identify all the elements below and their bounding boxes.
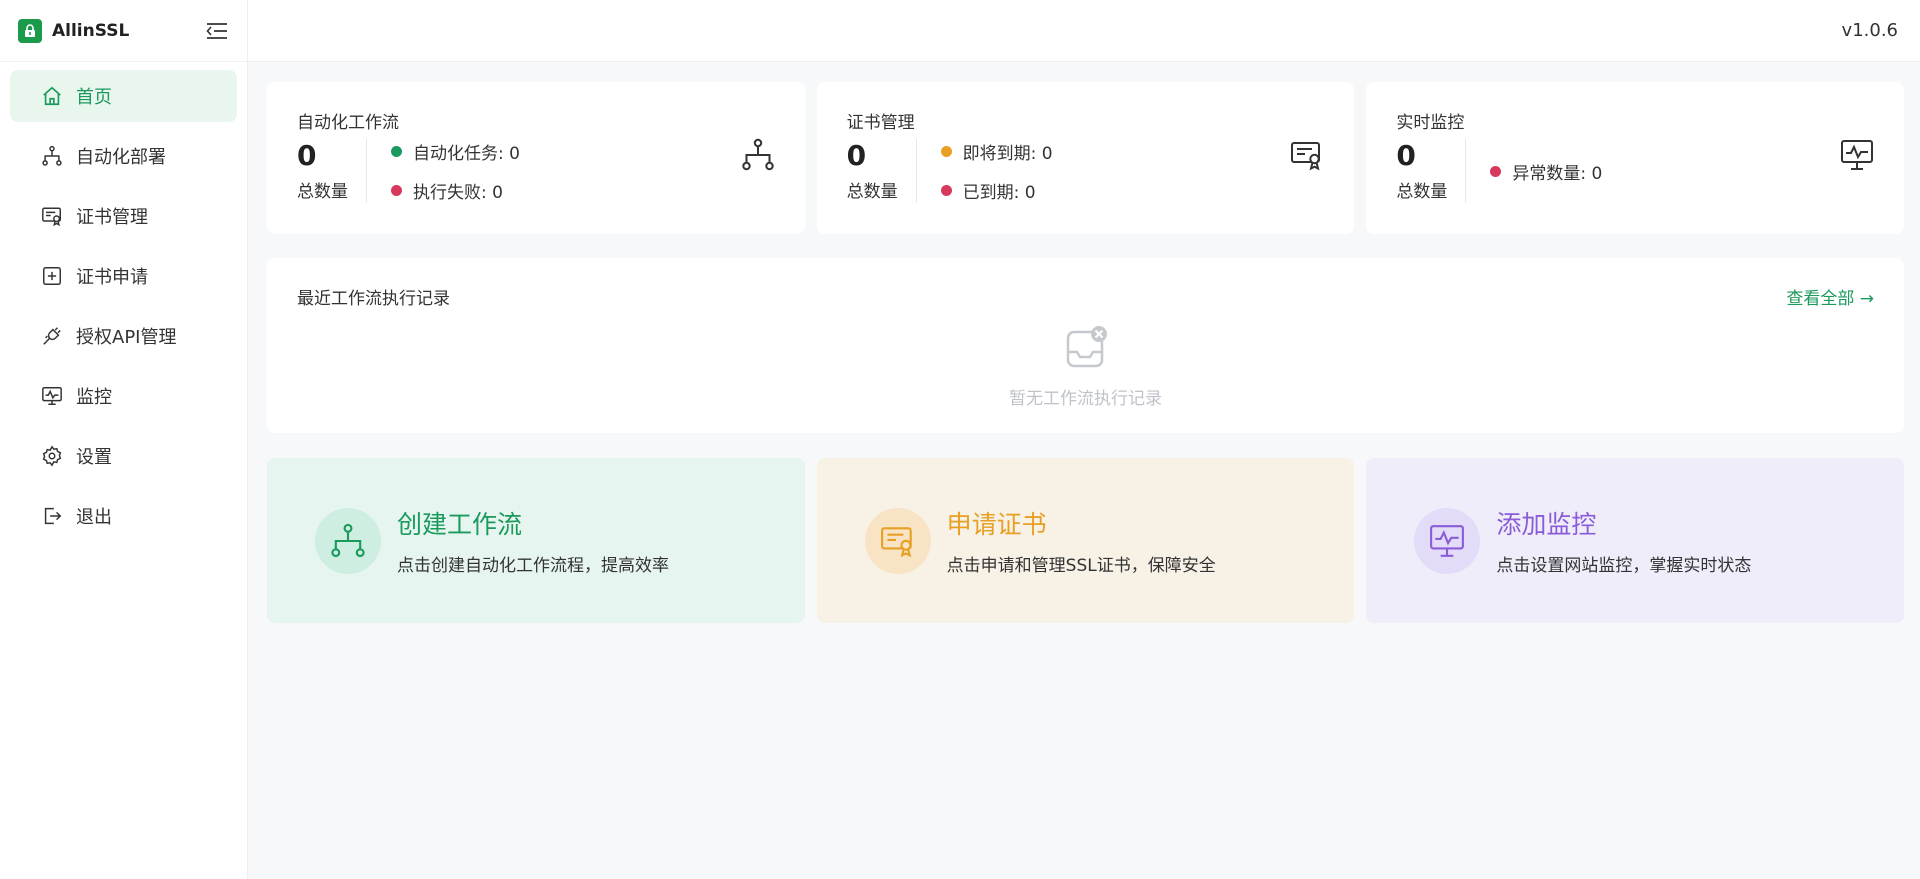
view-all-link[interactable]: 查看全部 → [1786, 284, 1874, 309]
stat-card-monitor: 实时监控 0 总数量 异常数量: 0 [1366, 82, 1905, 234]
sidebar-item-home[interactable]: 首页 [10, 70, 237, 122]
plus-square-icon [40, 264, 64, 288]
stat-total-label: 总数量 [1396, 182, 1448, 202]
records-title: 最近工作流执行记录 [297, 289, 450, 309]
sidebar-item-label: 证书管理 [76, 207, 148, 228]
status-dot-orange [940, 146, 952, 157]
app-root: AllinSSL 首页 自动化部署 证书管理 证书申请 授权API管理 监控 设… [0, 0, 1920, 879]
empty-text: 暂无工作流执行记录 [1009, 389, 1162, 409]
quick-actions-row: 创建工作流 点击创建自动化工作流程，提高效率 申请证书 点击申请和管理SSL证书… [267, 458, 1905, 623]
sidebar-item-api-manage[interactable]: 授权API管理 [10, 310, 237, 362]
stat-total-label: 总数量 [297, 182, 348, 202]
apply-certificate-button[interactable]: 申请证书 点击申请和管理SSL证书，保障安全 [816, 458, 1355, 623]
add-monitor-button[interactable]: 添加监控 点击设置网站监控，掌握实时状态 [1366, 458, 1905, 623]
action-desc: 点击设置网站监控，掌握实时状态 [1496, 556, 1752, 576]
sidebar-item-label: 自动化部署 [76, 147, 166, 168]
status-dot-red [940, 185, 952, 196]
home-icon [40, 84, 64, 108]
stat-item-label: 即将到期: 0 [962, 144, 1053, 164]
sidebar-item-monitor[interactable]: 监控 [10, 370, 237, 422]
action-title: 创建工作流 [397, 510, 523, 539]
action-desc: 点击申请和管理SSL证书，保障安全 [946, 556, 1216, 576]
empty-state: 暂无工作流执行记录 [267, 324, 1904, 409]
sidebar-item-label: 退出 [76, 507, 112, 528]
stat-title: 实时监控 [1396, 113, 1465, 133]
sidebar-item-label: 授权API管理 [76, 327, 177, 348]
sidebar-item-label: 证书申请 [76, 267, 148, 288]
gear-icon [40, 444, 64, 468]
workflow-icon [315, 507, 381, 574]
action-desc: 点击创建自动化工作流程，提高效率 [397, 556, 669, 576]
status-dot-red [391, 185, 402, 196]
sidebar-item-logout[interactable]: 退出 [10, 490, 237, 542]
status-dot-green [391, 146, 402, 157]
action-title: 添加监控 [1496, 510, 1597, 539]
stat-card-certificates: 证书管理 0 总数量 即将到期: 0 已到期: 0 [816, 82, 1355, 234]
create-workflow-button[interactable]: 创建工作流 点击创建自动化工作流程，提高效率 [267, 458, 805, 623]
brand-name: AllinSSL [52, 20, 130, 41]
sidebar-item-cert-apply[interactable]: 证书申请 [10, 250, 237, 302]
lock-logo-icon [18, 18, 42, 43]
stat-total-count: 0 [846, 139, 867, 172]
monitor-icon [1841, 140, 1874, 170]
sidebar-nav: 首页 自动化部署 证书管理 证书申请 授权API管理 监控 设置 退出 [0, 62, 247, 558]
stat-item-anomalies: 异常数量: 0 [1490, 159, 1602, 184]
monitor-icon [1414, 507, 1481, 574]
sidebar-item-label: 设置 [76, 447, 112, 468]
api-plug-icon [40, 324, 64, 348]
certificate-icon [864, 507, 931, 574]
status-dot-red [1490, 165, 1502, 177]
main-area: v1.0.6 自动化工作流 0 总数量 自动化任务: 0 执行失败: 0 证书管… [248, 0, 1920, 879]
stat-title: 证书管理 [846, 113, 915, 133]
stat-title: 自动化工作流 [297, 113, 399, 133]
stat-item-label: 已到期: 0 [962, 183, 1036, 203]
topbar: v1.0.6 [248, 0, 1920, 62]
workflow-icon [40, 144, 64, 168]
certificate-icon [40, 204, 64, 228]
stat-total-count: 0 [1396, 139, 1416, 172]
logout-icon [40, 504, 64, 528]
stat-item-label: 异常数量: 0 [1512, 163, 1603, 184]
stat-item-auto-tasks: 自动化任务: 0 [391, 139, 520, 164]
sidebar-item-label: 监控 [76, 387, 112, 408]
recent-records-panel: 最近工作流执行记录 查看全部 → 暂无工作流执行记录 [267, 258, 1904, 433]
stat-item-label: 执行失败: 0 [413, 183, 503, 203]
stats-row: 自动化工作流 0 总数量 自动化任务: 0 执行失败: 0 证书管理 0 总数量… [267, 82, 1905, 234]
sidebar-item-auto-deploy[interactable]: 自动化部署 [10, 130, 237, 182]
workflow-icon [741, 138, 774, 171]
stat-item-expiring: 即将到期: 0 [940, 139, 1053, 164]
sidebar-item-settings[interactable]: 设置 [10, 430, 237, 482]
brand-header: AllinSSL [0, 0, 247, 62]
stat-total-count: 0 [297, 139, 317, 172]
action-title: 申请证书 [946, 510, 1047, 539]
dashboard-content: 自动化工作流 0 总数量 自动化任务: 0 执行失败: 0 证书管理 0 总数量… [248, 62, 1920, 623]
sidebar-item-label: 首页 [76, 87, 112, 108]
stat-item-expired: 已到期: 0 [940, 178, 1053, 203]
stat-item-failed: 执行失败: 0 [391, 178, 520, 203]
version-label: v1.0.6 [1841, 20, 1898, 41]
sidebar-item-cert-manage[interactable]: 证书管理 [10, 190, 237, 242]
stat-card-workflow: 自动化工作流 0 总数量 自动化任务: 0 执行失败: 0 [267, 82, 805, 234]
sidebar: AllinSSL 首页 自动化部署 证书管理 证书申请 授权API管理 监控 设… [0, 0, 248, 879]
collapse-menu-icon[interactable] [205, 19, 229, 43]
empty-inbox-icon [1066, 326, 1107, 368]
stat-total-label: 总数量 [846, 182, 898, 202]
stat-item-label: 自动化任务: 0 [413, 144, 520, 164]
monitor-icon [40, 384, 64, 408]
certificate-icon [1291, 142, 1321, 171]
